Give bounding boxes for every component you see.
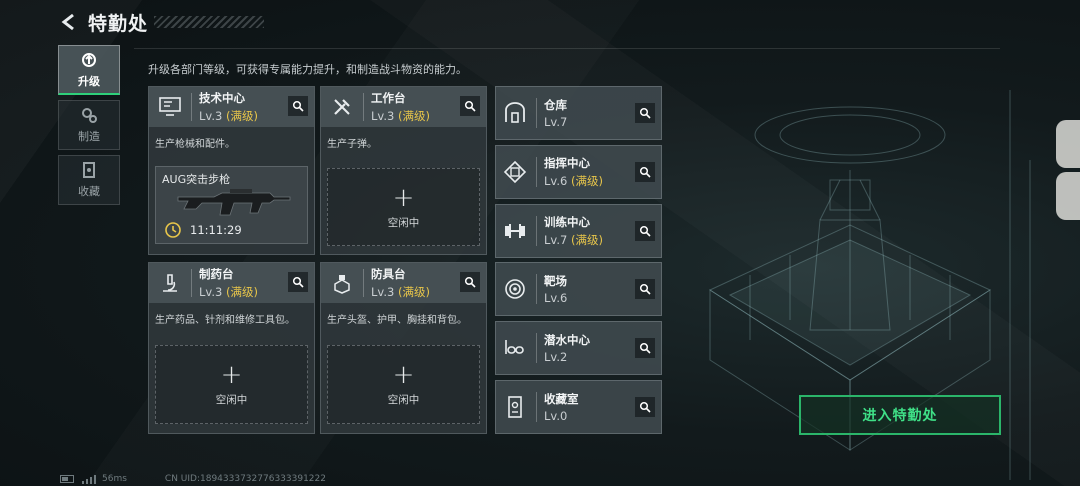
search-icon[interactable] bbox=[460, 272, 480, 292]
facility-description: 生产药品、针剂和维修工具包。 bbox=[155, 315, 295, 326]
armor-icon bbox=[327, 268, 357, 298]
side-nav: 升级 制造 收藏 bbox=[58, 45, 122, 210]
search-icon[interactable] bbox=[635, 279, 655, 299]
status-footer: 56ms CN UID:1894333732776333391222 bbox=[60, 474, 326, 484]
user-uid: CN UID:1894333732776333391222 bbox=[164, 474, 326, 484]
enter-special-ops-button[interactable]: 进入特勤处 bbox=[799, 395, 1001, 435]
facility-description: 生产头盔、护甲、胸挂和背包。 bbox=[327, 315, 467, 326]
collection-icon bbox=[83, 162, 95, 178]
facility-level: Lv.3 bbox=[371, 285, 395, 299]
facility-level: Lv.3 bbox=[199, 109, 223, 123]
rifle-icon bbox=[177, 189, 291, 216]
facility-level: Lv.3 bbox=[199, 285, 223, 299]
search-icon[interactable] bbox=[460, 96, 480, 116]
title-decoration bbox=[154, 16, 265, 28]
gears-icon bbox=[82, 108, 97, 123]
nav-label: 升级 bbox=[78, 74, 100, 88]
facility-level: Lv.0 bbox=[544, 409, 568, 423]
search-icon[interactable] bbox=[635, 103, 655, 123]
crafting-slot[interactable]: AUG突击步枪 11:11:29 bbox=[155, 166, 308, 244]
slot-status: 空闲中 bbox=[215, 394, 248, 406]
nav-label: 收藏 bbox=[78, 185, 100, 198]
nav-item-craft[interactable]: 制造 bbox=[58, 100, 120, 150]
facility-card-armor[interactable]: 防具台 Lv.3 (满级) 生产头盔、护甲、胸挂和背包。 + 空闲中 bbox=[320, 262, 487, 434]
search-icon[interactable] bbox=[288, 96, 308, 116]
facility-card-training-center[interactable]: 训练中心 Lv.7 (满级) bbox=[495, 204, 662, 258]
facility-name: 指挥中心 bbox=[544, 156, 590, 170]
tools-icon bbox=[327, 92, 357, 122]
facility-card-warehouse[interactable]: 仓库 Lv.7 bbox=[495, 86, 662, 140]
nav-item-collection[interactable]: 收藏 bbox=[58, 155, 120, 205]
facility-card-command-center[interactable]: 指挥中心 Lv.6 (满级) bbox=[495, 145, 662, 199]
facility-level: Lv.2 bbox=[544, 350, 568, 364]
facility-card-pharmacy[interactable]: 制药台 Lv.3 (满级) 生产药品、针剂和维修工具包。 + 空闲中 bbox=[148, 262, 315, 434]
max-level-badge: (满级) bbox=[397, 109, 430, 123]
nav-label: 制造 bbox=[78, 130, 100, 143]
signal-icon bbox=[82, 474, 96, 484]
side-widget-tab[interactable] bbox=[1056, 120, 1080, 168]
page-description: 升级各部门等级，可获得专属能力提升，和制造战斗物资的能力。 bbox=[148, 63, 467, 76]
facility-card-tech-center[interactable]: 技术中心 Lv.3 (满级) 生产枪械和配件。 AUG突击步枪 11:11:29 bbox=[148, 86, 315, 255]
page-title: 特勤处 bbox=[88, 12, 149, 35]
search-icon[interactable] bbox=[288, 272, 308, 292]
facility-level: Lv.6 bbox=[544, 291, 568, 305]
upgrade-icon bbox=[82, 52, 96, 67]
nav-item-upgrade[interactable]: 升级 bbox=[58, 45, 120, 95]
command-center-icon bbox=[500, 157, 530, 187]
side-widget-tab-2[interactable] bbox=[1056, 172, 1080, 220]
search-icon[interactable] bbox=[635, 221, 655, 241]
search-icon[interactable] bbox=[635, 397, 655, 417]
max-level-badge: (满级) bbox=[225, 285, 258, 299]
facility-card-collection-room[interactable]: 收藏室 Lv.0 bbox=[495, 380, 662, 434]
target-icon bbox=[500, 274, 530, 304]
search-icon[interactable] bbox=[635, 162, 655, 182]
craft-timer: 11:11:29 bbox=[190, 223, 242, 237]
facility-level: Lv.7 bbox=[544, 233, 568, 247]
dumbbell-icon bbox=[500, 216, 530, 246]
idle-slot[interactable]: + 空闲中 bbox=[327, 168, 480, 246]
max-level-badge: (满级) bbox=[397, 285, 430, 299]
facility-name: 仓库 bbox=[544, 98, 567, 112]
facility-description: 生产子弹。 bbox=[327, 139, 377, 150]
facility-card-workbench[interactable]: 工作台 Lv.3 (满级) 生产子弹。 + 空闲中 bbox=[320, 86, 487, 255]
facility-card-shooting-range[interactable]: 靶场 Lv.6 bbox=[495, 262, 662, 316]
header: 特勤处 bbox=[58, 8, 265, 36]
back-arrow-icon[interactable] bbox=[58, 11, 80, 33]
timer-icon bbox=[165, 222, 181, 238]
facility-name: 制药台 bbox=[199, 267, 234, 281]
idle-slot[interactable]: + 空闲中 bbox=[327, 345, 480, 424]
facility-name: 技术中心 bbox=[199, 91, 245, 105]
slot-status: 空闲中 bbox=[387, 216, 420, 229]
facility-description: 生产枪械和配件。 bbox=[155, 139, 235, 150]
battery-icon bbox=[60, 475, 74, 483]
facility-name: 防具台 bbox=[371, 267, 406, 281]
search-icon[interactable] bbox=[635, 338, 655, 358]
facility-level: Lv.7 bbox=[544, 115, 568, 129]
warehouse-icon bbox=[500, 98, 530, 128]
plus-icon: + bbox=[392, 182, 415, 213]
diving-mask-icon bbox=[500, 333, 530, 363]
idle-slot[interactable]: + 空闲中 bbox=[155, 345, 308, 424]
facility-name: 靶场 bbox=[544, 274, 567, 288]
max-level-badge: (满级) bbox=[225, 109, 258, 123]
collection-room-icon bbox=[500, 392, 530, 422]
plus-icon: + bbox=[392, 360, 415, 390]
facility-level: Lv.6 bbox=[544, 174, 568, 188]
max-level-badge: (满级) bbox=[570, 174, 603, 188]
facility-name: 收藏室 bbox=[544, 392, 579, 406]
max-level-badge: (满级) bbox=[570, 233, 603, 247]
slot-status: 空闲中 bbox=[387, 394, 420, 406]
monitor-icon bbox=[155, 92, 185, 122]
plus-icon: + bbox=[220, 360, 243, 390]
microscope-icon bbox=[155, 268, 185, 298]
facility-name: 训练中心 bbox=[544, 215, 590, 229]
facility-card-diving-center[interactable]: 潜水中心 Lv.2 bbox=[495, 321, 662, 375]
facility-name: 工作台 bbox=[371, 91, 406, 105]
facility-name: 潜水中心 bbox=[544, 333, 590, 347]
divider bbox=[134, 48, 1000, 49]
ping-value: 56ms bbox=[102, 474, 127, 484]
facility-level: Lv.3 bbox=[371, 109, 395, 123]
